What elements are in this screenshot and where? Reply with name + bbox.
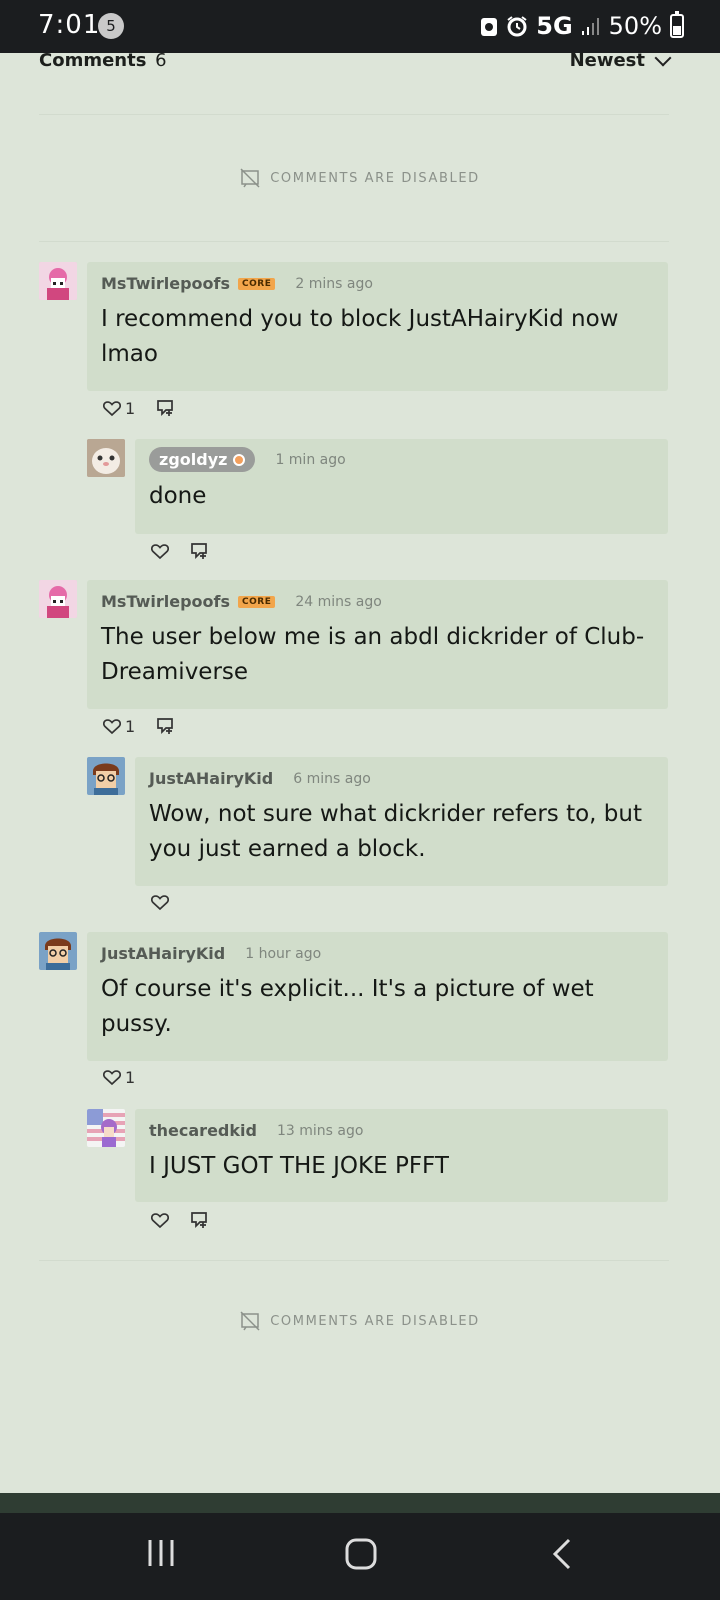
back-icon[interactable]: [551, 1538, 575, 1570]
comments-disabled-icon: [240, 1311, 260, 1331]
comment-meta: JustAHairyKid 6 mins ago: [149, 769, 371, 788]
sort-label: Newest: [569, 50, 645, 71]
battery-icon: [670, 11, 684, 38]
home-icon[interactable]: [345, 1538, 377, 1570]
network-type: 5G: [536, 12, 573, 40]
like-count: 1: [125, 398, 136, 418]
username[interactable]: JustAHairyKid: [101, 944, 225, 963]
avatar[interactable]: [87, 1109, 125, 1147]
comment-text: I JUST GOT THE JOKE PFFT: [149, 1153, 449, 1179]
comment-actions: [151, 1210, 211, 1230]
timestamp: 2 mins ago: [295, 275, 373, 292]
divider: [39, 1260, 669, 1261]
comment-actions: [151, 894, 169, 911]
avatar[interactable]: [39, 932, 77, 970]
avatar[interactable]: [87, 757, 125, 795]
timestamp: 1 min ago: [275, 451, 346, 468]
like-button[interactable]: [151, 1212, 169, 1229]
core-badge: CORE: [238, 595, 276, 608]
system-nav-bar: [0, 1513, 720, 1600]
comment-meta: JustAHairyKid 1 hour ago: [101, 944, 321, 963]
comments-disabled-notice: COMMENTS ARE DISABLED: [0, 1311, 720, 1331]
status-icons: 5G 50%: [480, 10, 684, 42]
reply-button[interactable]: [155, 398, 177, 418]
heart-icon: [103, 718, 121, 734]
comment-text: Wow, not sure what dickrider refers to, …: [149, 801, 642, 862]
notification-count-badge: 5: [98, 13, 124, 39]
username[interactable]: MsTwirlepoofs: [101, 592, 230, 611]
core-badge: CORE: [238, 277, 276, 290]
reply-button[interactable]: [189, 1210, 211, 1230]
recent-apps-icon[interactable]: [146, 1538, 176, 1568]
comment-actions: 1: [103, 716, 177, 736]
comment-bubble: JustAHairyKid 6 mins ago Wow, not sure w…: [135, 757, 668, 886]
timestamp: 1 hour ago: [245, 945, 322, 962]
username-text: zgoldyz: [159, 450, 228, 469]
comment-actions: 1: [103, 398, 177, 418]
like-button[interactable]: 1: [103, 399, 135, 418]
comments-title: Comments: [39, 50, 147, 71]
avatar[interactable]: [39, 580, 77, 618]
creator-badge-icon: [233, 453, 246, 466]
reply-button[interactable]: [189, 541, 211, 561]
comment-bubble: MsTwirlepoofs CORE 2 mins ago I recommen…: [87, 262, 668, 391]
battery-percent: 50%: [608, 12, 662, 40]
comments-disabled-text: COMMENTS ARE DISABLED: [270, 1313, 480, 1329]
comment-actions: 1: [103, 1068, 135, 1087]
like-count: 1: [125, 1068, 136, 1087]
sort-dropdown[interactable]: Newest: [569, 49, 672, 71]
timestamp: 6 mins ago: [293, 770, 371, 787]
app-notification-icon: [481, 18, 498, 36]
comments-header: Comments 6 Newest: [39, 49, 672, 74]
heart-icon: [103, 400, 121, 416]
comment-actions: [151, 541, 211, 561]
comment-text: The user below me is an abdl dickrider o…: [101, 624, 645, 685]
timestamp: 24 mins ago: [295, 593, 382, 610]
signal-icon: [581, 18, 599, 35]
like-button[interactable]: [151, 894, 169, 911]
comment-bubble: JustAHairyKid 1 hour ago Of course it's …: [87, 932, 668, 1061]
comment-meta: MsTwirlepoofs CORE 2 mins ago: [101, 274, 373, 293]
username[interactable]: zgoldyz: [149, 447, 256, 472]
username[interactable]: JustAHairyKid: [149, 769, 273, 788]
heart-icon: [151, 895, 169, 911]
username[interactable]: thecaredkid: [149, 1121, 257, 1140]
avatar[interactable]: [87, 439, 125, 477]
divider: [39, 241, 669, 242]
avatar[interactable]: [39, 262, 77, 300]
comment-meta: MsTwirlepoofs CORE 24 mins ago: [101, 592, 382, 611]
alarm-icon: [507, 16, 527, 37]
comments-count: 6: [155, 50, 167, 71]
comment-bubble: zgoldyz 1 min ago done: [135, 439, 668, 534]
divider: [39, 114, 669, 115]
like-button[interactable]: 1: [103, 717, 135, 736]
comment-text: Of course it's explicit... It's a pictur…: [101, 976, 594, 1037]
comments-disabled-text: COMMENTS ARE DISABLED: [270, 170, 480, 186]
timestamp: 13 mins ago: [276, 1122, 364, 1139]
comment-text: I recommend you to block JustAHairyKid n…: [101, 306, 619, 367]
chevron-down-icon: [654, 49, 672, 66]
comment-bubble: MsTwirlepoofs CORE 24 mins ago The user …: [87, 580, 668, 709]
username[interactable]: MsTwirlepoofs: [101, 274, 230, 293]
comments-disabled-icon: [240, 168, 260, 188]
comments-disabled-notice: COMMENTS ARE DISABLED: [0, 168, 720, 188]
heart-icon: [151, 1212, 169, 1228]
comment-meta: zgoldyz 1 min ago: [149, 447, 346, 472]
clock: 7:01: [38, 10, 101, 40]
comment-bubble: thecaredkid 13 mins ago I JUST GOT THE J…: [135, 1109, 668, 1202]
reply-button[interactable]: [155, 716, 177, 736]
like-button[interactable]: 1: [103, 1068, 135, 1087]
bottom-strip: [0, 1493, 720, 1513]
like-button[interactable]: [151, 543, 169, 560]
comment-text: done: [149, 483, 207, 509]
comment-meta: thecaredkid 13 mins ago: [149, 1121, 363, 1140]
heart-icon: [103, 1070, 121, 1086]
heart-icon: [151, 543, 169, 559]
like-count: 1: [125, 716, 136, 736]
status-bar: 7:01 5 5G 50%: [0, 0, 720, 53]
